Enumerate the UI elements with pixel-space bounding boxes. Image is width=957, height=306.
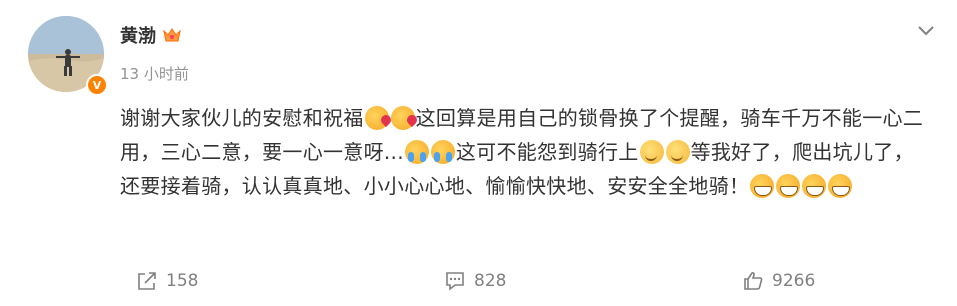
grin-emoji: [802, 174, 827, 198]
repost-button[interactable]: 158: [136, 270, 198, 292]
content-seg-1: 谢谢大家伙儿的安慰和祝福: [120, 106, 364, 130]
grin-emoji: [776, 174, 801, 198]
verified-badge-icon: V: [86, 74, 108, 96]
content-seg-3: 这可不能怨到骑行上: [455, 140, 639, 164]
comment-button[interactable]: 828: [444, 270, 506, 292]
grin-emoji: [750, 174, 775, 198]
think-emoji: [639, 140, 664, 164]
comment-count: 828: [474, 271, 507, 291]
action-bar: 158 828 9266: [0, 270, 957, 300]
share-icon: [138, 272, 156, 290]
repost-count: 158: [166, 271, 199, 291]
author-name[interactable]: 黄渤: [120, 22, 156, 48]
cry-emoji: [430, 140, 455, 164]
thumbs-up-icon: [744, 271, 763, 290]
think-emoji: [665, 140, 690, 164]
like-count: 9266: [772, 271, 816, 291]
author-row: 黄渤: [120, 22, 182, 48]
crown-icon: [163, 28, 181, 42]
post-time[interactable]: 13 小时前: [120, 63, 189, 84]
like-button[interactable]: 9266: [742, 270, 815, 292]
blush-heart-emoji: [364, 106, 389, 130]
grin-emoji: [828, 174, 853, 198]
blush-heart-emoji: [390, 106, 415, 130]
comment-icon: [446, 272, 464, 291]
chevron-down-icon[interactable]: [915, 20, 937, 42]
cry-emoji: [404, 140, 429, 164]
post-content: 谢谢大家伙儿的安慰和祝福 这回算是用自己的锁骨换了个提醒，骑车千万不能一心二用，三…: [120, 101, 932, 203]
